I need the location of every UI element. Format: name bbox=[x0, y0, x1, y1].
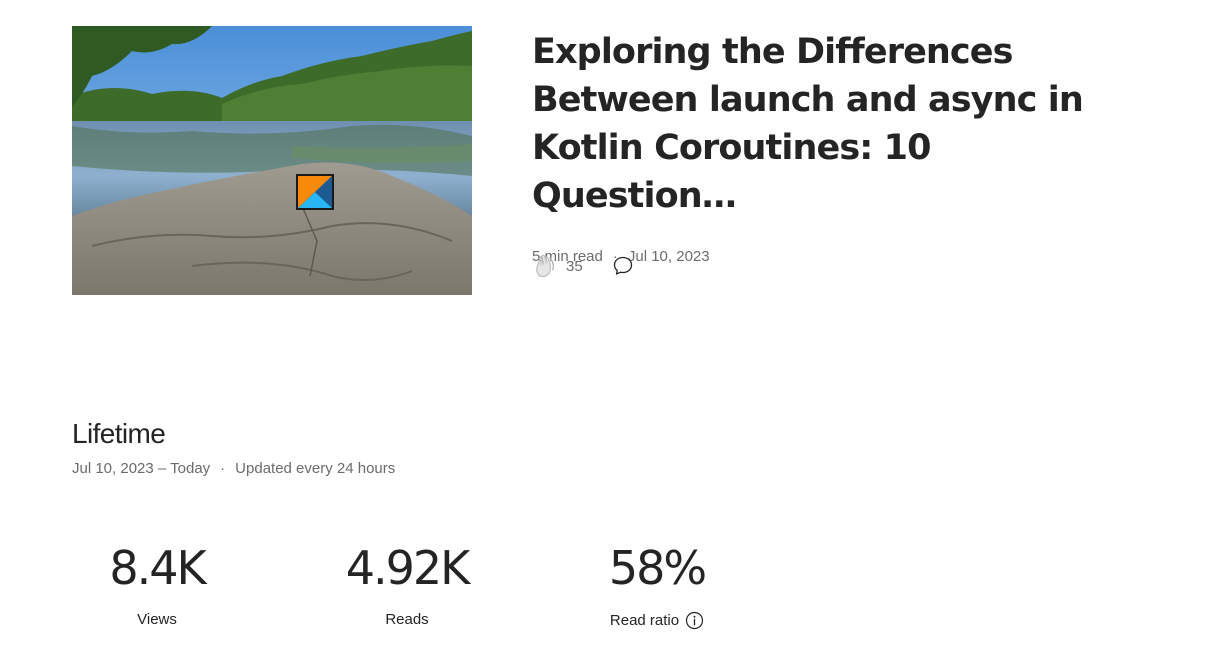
story-thumbnail[interactable] bbox=[72, 26, 472, 295]
stat-views-label: Views bbox=[137, 611, 177, 628]
clap-icon bbox=[536, 254, 554, 278]
story-title[interactable]: Exploring the Differences Between launch… bbox=[532, 26, 1132, 220]
publish-date: Jul 10, 2023 bbox=[627, 248, 710, 265]
comment-icon bbox=[613, 256, 632, 275]
story-card[interactable]: Exploring the Differences Between launch… bbox=[72, 26, 1152, 296]
stat-read-ratio-label: Read ratio bbox=[609, 612, 680, 629]
stat-read-ratio-value: 58% bbox=[608, 541, 707, 595]
lifetime-separator: · bbox=[220, 460, 226, 477]
story-info: Exploring the Differences Between launch… bbox=[532, 26, 1132, 265]
stat-reads-value: 4.92K bbox=[345, 541, 471, 595]
stat-reads: 4.92K Reads bbox=[322, 540, 492, 628]
clap-button[interactable]: 35 bbox=[532, 252, 583, 280]
lifetime-updated: Updated every 24 hours bbox=[235, 460, 396, 477]
lifetime-title: Lifetime bbox=[72, 418, 166, 449]
kotlin-logo-icon bbox=[296, 174, 334, 210]
comment-button[interactable] bbox=[611, 254, 635, 278]
thumbnail-image bbox=[72, 26, 472, 295]
stat-views-value: 8.4K bbox=[109, 541, 206, 595]
stat-reads-label: Reads bbox=[385, 611, 429, 628]
lifetime-section: Lifetime Jul 10, 2023 – Today · Updated … bbox=[72, 416, 395, 477]
info-icon[interactable] bbox=[685, 611, 704, 630]
lifetime-range: Jul 10, 2023 – Today bbox=[72, 460, 211, 477]
lifetime-subtitle: Jul 10, 2023 – Today · Updated every 24 … bbox=[72, 460, 395, 477]
clap-count: 35 bbox=[566, 257, 583, 275]
story-actions: 35 bbox=[532, 252, 635, 280]
stats-row: 8.4K Views 4.92K Reads 58% Read ratio bbox=[72, 540, 792, 640]
stat-read-ratio: 58% Read ratio bbox=[572, 540, 742, 630]
stat-views: 8.4K Views bbox=[72, 540, 242, 628]
